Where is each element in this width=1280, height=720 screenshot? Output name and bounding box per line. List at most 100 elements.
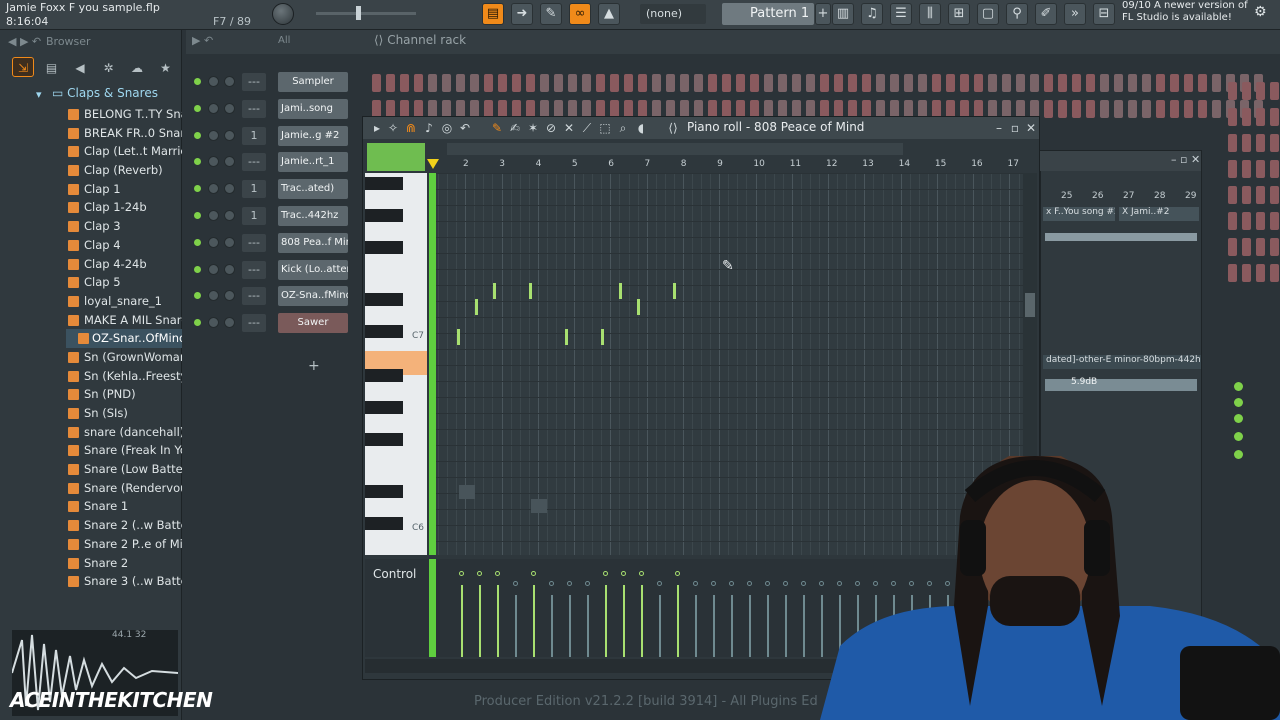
black-key[interactable]	[365, 517, 403, 530]
step-button[interactable]	[1242, 238, 1251, 256]
step-button[interactable]	[470, 74, 479, 92]
step-button[interactable]	[862, 74, 871, 92]
velocity-bar[interactable]	[605, 585, 607, 657]
step-button[interactable]	[1170, 74, 1179, 92]
step-button[interactable]	[1270, 186, 1279, 204]
step-button[interactable]	[540, 74, 549, 92]
channel-mixer-track[interactable]: 1	[242, 207, 266, 225]
velocity-handle[interactable]	[675, 571, 680, 576]
channel-name-button[interactable]: Jamie..rt_1	[278, 152, 348, 173]
channel-mute-led[interactable]	[194, 131, 201, 139]
velocity-bar[interactable]	[659, 595, 661, 657]
stamp-icon[interactable]: ▲	[598, 3, 620, 25]
channel-pan-knob[interactable]	[208, 263, 219, 275]
velocity-handle[interactable]	[639, 571, 644, 576]
step-button[interactable]	[1184, 74, 1193, 92]
black-key[interactable]	[365, 325, 403, 338]
playlist-clip[interactable]: dated]-other-E minor-80bpm-442hz	[1043, 355, 1201, 369]
velocity-handle[interactable]	[513, 581, 518, 586]
velocity-handle[interactable]	[585, 581, 590, 586]
midi-note[interactable]	[529, 283, 532, 299]
step-button[interactable]	[1058, 74, 1067, 92]
velocity-bar[interactable]	[497, 585, 499, 657]
step-button[interactable]	[1016, 74, 1025, 92]
speaker-icon[interactable]: ◖	[633, 120, 649, 136]
velocity-bar[interactable]	[515, 595, 517, 657]
browser-file-item[interactable]: Snare (Low Battery)	[66, 460, 182, 479]
brush-icon[interactable]: ✐	[1035, 3, 1057, 25]
velocity-bar[interactable]	[641, 585, 643, 657]
step-button[interactable]	[1256, 186, 1265, 204]
step-button[interactable]	[1242, 108, 1251, 126]
channel-volume-knob[interactable]	[224, 290, 235, 302]
magnet-icon[interactable]: ⋒	[403, 120, 419, 136]
channel-mixer-track[interactable]: ---	[242, 99, 266, 118]
channel-volume-knob[interactable]	[224, 156, 235, 168]
browser-file-item[interactable]: Snare 3 (..w Battery)	[66, 572, 182, 591]
step-button[interactable]	[764, 74, 773, 92]
browser-file-item[interactable]: Snare 1	[66, 497, 182, 516]
velocity-handle[interactable]	[477, 571, 482, 576]
brush-tool-icon[interactable]: ✍	[507, 120, 523, 136]
step-button[interactable]	[792, 74, 801, 92]
channel-pan-knob[interactable]	[208, 317, 219, 329]
mixer-led[interactable]	[1234, 382, 1243, 391]
record-icon[interactable]: ◎	[439, 120, 455, 136]
link-icon[interactable]: ∞	[569, 3, 591, 25]
close-icon[interactable]: ✕	[1023, 120, 1039, 136]
step-button[interactable]	[1228, 264, 1237, 282]
channel-mixer-track[interactable]: ---	[242, 233, 266, 252]
step-button[interactable]	[1156, 74, 1165, 92]
step-button[interactable]	[820, 74, 829, 92]
document-icon[interactable]: ▤	[41, 58, 63, 78]
step-button[interactable]	[876, 74, 885, 92]
velocity-bar[interactable]	[587, 595, 589, 657]
step-button[interactable]	[1128, 74, 1137, 92]
browser-file-item[interactable]: Snare (Freak In You)	[66, 441, 182, 460]
step-button[interactable]	[1002, 74, 1011, 92]
midi-note[interactable]	[601, 329, 604, 345]
channel-pan-knob[interactable]	[208, 156, 219, 168]
browser-file-item[interactable]: Sn (PND)	[66, 385, 182, 404]
step-button[interactable]	[1270, 108, 1279, 126]
velocity-bar[interactable]	[803, 595, 805, 657]
step-button[interactable]	[624, 74, 633, 92]
rack-filter[interactable]: All	[278, 35, 290, 46]
channel-mute-led[interactable]	[194, 319, 201, 327]
add-pattern-button[interactable]: +	[815, 3, 831, 25]
channel-mixer-track[interactable]: 1	[242, 180, 266, 199]
browser-file-item[interactable]: Clap (Let..t Married)	[66, 142, 182, 161]
midi-note[interactable]	[493, 283, 496, 299]
step-button[interactable]	[1256, 82, 1265, 100]
channel-row[interactable]: --- Jamie..rt_1	[186, 150, 362, 174]
midi-note[interactable]	[475, 299, 478, 315]
step-button[interactable]	[848, 74, 857, 92]
control-selector[interactable]: Control	[373, 567, 416, 581]
browser-file-item[interactable]: Clap 4-24b	[66, 255, 182, 274]
step-button[interactable]	[582, 74, 591, 92]
master-pitch-slider[interactable]	[316, 12, 416, 15]
step-button[interactable]	[694, 74, 703, 92]
folder-claps-snares[interactable]: ▭ Claps & Snares	[52, 86, 158, 100]
velocity-handle[interactable]	[567, 581, 572, 586]
channel-mute-led[interactable]	[194, 185, 201, 193]
step-button[interactable]	[1270, 264, 1279, 282]
step-button[interactable]	[806, 74, 815, 92]
zoom-icon[interactable]: ⌕	[615, 120, 631, 136]
piano-keyboard[interactable]: C7 C6	[365, 173, 427, 555]
black-key[interactable]	[365, 177, 403, 190]
channel-pan-knob[interactable]	[208, 210, 219, 221]
pattern-select[interactable]: Pattern 1	[722, 3, 814, 25]
step-button[interactable]	[1228, 134, 1237, 152]
step-button[interactable]	[1142, 100, 1151, 118]
step-button[interactable]	[1086, 74, 1095, 92]
step-button[interactable]	[1212, 74, 1221, 92]
channel-name-button[interactable]: Sawer	[278, 313, 348, 334]
velocity-handle[interactable]	[783, 581, 788, 586]
channel-mute-led[interactable]	[194, 265, 201, 273]
channel-name-button[interactable]: Trac..442hz	[278, 206, 348, 226]
browser-file-item[interactable]: Snare 2 P..e of Mind	[66, 535, 182, 554]
step-button[interactable]	[1228, 186, 1237, 204]
velocity-handle[interactable]	[603, 571, 608, 576]
delete-icon[interactable]: ⊘	[543, 120, 559, 136]
